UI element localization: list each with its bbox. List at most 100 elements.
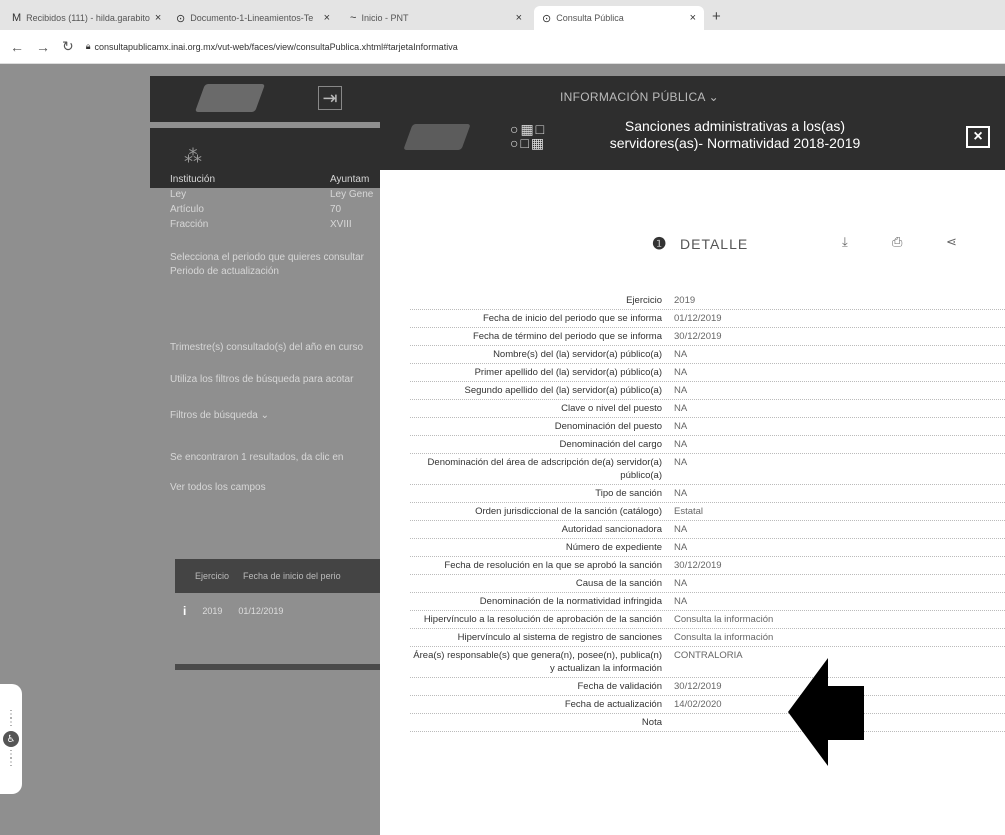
detail-row-label: Área(s) responsable(s) que genera(n), po… xyxy=(413,650,662,674)
grid-icon: ⁂ xyxy=(184,146,202,166)
detail-row-value: NA xyxy=(674,488,688,499)
detail-row-label: Denominación del puesto xyxy=(554,421,662,432)
forward-icon[interactable]: → xyxy=(36,39,50,55)
field-label: Fracción xyxy=(170,219,209,230)
detail-row-value: 30/12/2019 xyxy=(674,560,722,571)
tab-title: Consulta Pública xyxy=(556,13,624,23)
detail-row-label: Tipo de sanción xyxy=(595,488,662,499)
detail-row: Denominación del área de adscripción de(… xyxy=(410,454,1005,485)
consulta-link[interactable]: Consulta la información xyxy=(668,611,1005,628)
table-scrollbar[interactable] xyxy=(175,664,380,670)
detail-row-label: Denominación de la normatividad infringi… xyxy=(479,596,662,607)
column-header: Fecha de inicio del perio xyxy=(243,571,341,581)
detail-row-value: NA xyxy=(674,542,688,553)
detail-row-label: Fecha de actualización xyxy=(564,699,662,710)
cell-date: 01/12/2019 xyxy=(238,606,284,616)
detail-modal: ○▦□ ○□▦ Sanciones administrativas a los(a… xyxy=(380,106,1005,835)
login-icon[interactable]: ⇥ xyxy=(318,86,342,110)
filters-toggle[interactable]: Filtros de búsqueda ⌄ xyxy=(170,410,269,421)
detail-toolbar: ❶ DETALLE ⤓ ⎙ ⋖ xyxy=(380,228,1005,258)
modal-header: ○▦□ ○□▦ Sanciones administrativas a los(a… xyxy=(380,106,1005,170)
table-row[interactable]: i 2019 01/12/2019 xyxy=(175,599,380,623)
detail-row-value: NA xyxy=(674,403,688,414)
detail-row-label: Nota xyxy=(641,717,662,728)
view-all-link[interactable]: Ver todos los campos xyxy=(170,482,266,493)
field-label: Ley xyxy=(170,189,187,200)
modal-title: Sanciones administrativas a los(as) serv… xyxy=(609,118,861,151)
address-bar: ← → ↻ 🔒︎ consultapublicamx.inai.org.mx/v… xyxy=(0,30,1005,64)
detail-row-label: Causa de la sanción xyxy=(575,578,662,589)
browser-tab-consulta[interactable]: ⊙ Consulta Pública × xyxy=(534,6,704,30)
info-icon[interactable]: i xyxy=(183,604,186,618)
detail-row-label: Hipervínculo a la resolución de aprobaci… xyxy=(423,614,662,625)
detail-row: Denominación de la normatividad infringi… xyxy=(410,593,1005,611)
detail-row-label: Fecha de inicio del periodo que se infor… xyxy=(482,313,662,324)
browser-tab-gmail[interactable]: M Recibidos (111) - hilda.garabito × xyxy=(4,6,164,30)
lock-icon: 🔒︎ xyxy=(85,41,91,51)
detail-row-label: Denominación del área de adscripción de(… xyxy=(427,457,662,481)
detail-row: Fecha de actualización 14/02/2020 xyxy=(410,696,1005,714)
field-value: Ley Gene xyxy=(330,189,374,200)
detail-row: Nota xyxy=(410,714,1005,732)
detail-row: Segundo apellido del (la) servidor(a) pú… xyxy=(410,382,1005,400)
detail-row-value: NA xyxy=(674,421,688,432)
dots-icon: ⋮ ⋮ xyxy=(6,709,16,728)
field-value: XVIII xyxy=(330,219,352,230)
close-tab-icon[interactable]: × xyxy=(155,12,161,24)
results-text: Se encontraron 1 resultados, da clic en xyxy=(170,452,344,463)
globe-icon: ⊙ xyxy=(176,12,186,25)
browser-tab-bar: M Recibidos (111) - hilda.garabito × ⊙ D… xyxy=(0,0,1005,30)
detail-row: Fecha de término del periodo que se info… xyxy=(410,328,1005,346)
detail-row-label: Autoridad sancionadora xyxy=(561,524,662,535)
close-tab-icon[interactable]: × xyxy=(516,12,522,24)
share-icon[interactable]: ⋖ xyxy=(946,234,957,250)
detail-row: Clave o nivel del puesto NA xyxy=(410,400,1005,418)
reload-icon[interactable]: ↻ xyxy=(62,38,74,55)
close-tab-icon[interactable]: × xyxy=(324,12,330,24)
field-value: 70 xyxy=(330,204,342,215)
detail-row: Denominación del puesto NA xyxy=(410,418,1005,436)
pnt-logo xyxy=(194,84,266,112)
print-icon[interactable]: ⎙ xyxy=(892,234,902,250)
field-value: Ayuntam xyxy=(330,174,370,185)
accessibility-icon: ♿︎ xyxy=(3,731,19,747)
detail-row: Fecha de validación 30/12/2019 xyxy=(410,678,1005,696)
detail-row: Hipervínculo al sistema de registro de s… xyxy=(410,629,1005,647)
back-icon[interactable]: ← xyxy=(10,39,24,55)
detail-row-value: NA xyxy=(674,349,688,360)
left-arrow-icon xyxy=(788,658,864,766)
pnt-logo xyxy=(403,124,471,150)
url-text: consultapublicamx.inai.org.mx/vut-web/fa… xyxy=(94,41,458,52)
detail-row: Causa de la sanción NA xyxy=(410,575,1005,593)
globe-icon: ⊙ xyxy=(542,12,552,25)
detail-row: Orden jurisdiccional de la sanción (catá… xyxy=(410,503,1005,521)
detail-row: Fecha de resolución en la que se aprobó … xyxy=(410,557,1005,575)
accessibility-widget[interactable]: ⋮ ⋮ ♿︎ ⋮ ⋮ xyxy=(0,684,22,794)
detail-row: Hipervínculo a la resolución de aprobaci… xyxy=(410,611,1005,629)
filters-hint: Utiliza los filtros de búsqueda para aco… xyxy=(170,374,354,385)
detail-row-label: Orden jurisdiccional de la sanción (catá… xyxy=(475,506,662,517)
informacion-publica-menu[interactable]: INFORMACIÓN PÚBLICA ⌄ xyxy=(560,90,719,104)
period-label: Periodo de actualización xyxy=(170,266,279,277)
detail-row: Fecha de inicio del periodo que se infor… xyxy=(410,310,1005,328)
close-button[interactable]: × xyxy=(966,126,990,148)
browser-tab-pnt[interactable]: ~ Inicio - PNT × xyxy=(342,6,530,30)
cell-year: 2019 xyxy=(202,606,223,616)
close-tab-icon[interactable]: × xyxy=(690,12,696,24)
detail-row-label: Número de expediente xyxy=(565,542,662,553)
download-icon[interactable]: ⤓ xyxy=(842,234,848,250)
detail-row: Autoridad sancionadora NA xyxy=(410,521,1005,539)
new-tab-button[interactable]: + xyxy=(712,8,721,25)
detail-row: Número de expediente NA xyxy=(410,539,1005,557)
url-field[interactable]: 🔒︎ consultapublicamx.inai.org.mx/vut-web… xyxy=(86,41,458,52)
detail-row-value: NA xyxy=(674,457,688,468)
detail-row: Ejercicio 2019 xyxy=(410,292,1005,310)
consulta-link[interactable]: Consulta la información xyxy=(668,629,1005,646)
detail-row-label: Denominación del cargo xyxy=(559,439,662,450)
detail-row: Primer apellido del (la) servidor(a) púb… xyxy=(410,364,1005,382)
browser-tab-documento[interactable]: ⊙ Documento-1-Lineamientos-Te × xyxy=(168,6,338,30)
column-header: Ejercicio xyxy=(195,571,230,581)
detail-row-label: Fecha de validación xyxy=(577,681,663,692)
modal-logo-area xyxy=(380,106,488,170)
detail-row: Tipo de sanción NA xyxy=(410,485,1005,503)
